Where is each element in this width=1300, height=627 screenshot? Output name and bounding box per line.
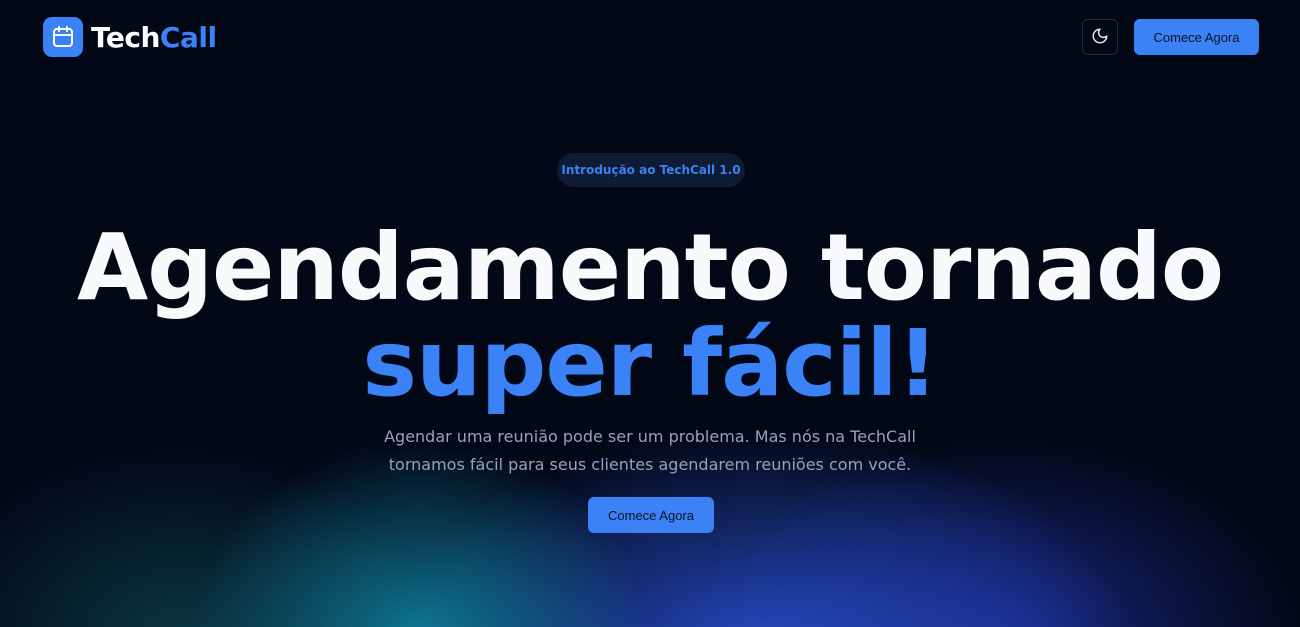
logo-text-accent: Call [159, 20, 217, 54]
hero-subtitle-line2: tornamos fácil para seus clientes agenda… [388, 455, 912, 474]
hero-title-line1: Agendamento tornado [76, 214, 1224, 321]
logo-text-main: Tech [91, 20, 160, 54]
logo-text: TechCall [91, 21, 217, 54]
version-badge: Introdução ao TechCall 1.0 [557, 153, 745, 187]
moon-icon [1091, 27, 1109, 48]
header-cta-button[interactable]: Comece Agora [1134, 19, 1259, 55]
hero-cta-button[interactable]: Comece Agora [588, 497, 714, 533]
hero-title-line2: super fácil! [362, 310, 939, 417]
hero-subtitle-line1: Agendar uma reunião pode ser um problema… [384, 427, 916, 446]
landing-page: TechCall Comece Agora Introdução ao Tech… [0, 0, 1300, 627]
calendar-icon [43, 17, 83, 57]
logo-link[interactable]: TechCall [43, 17, 217, 57]
theme-toggle-button[interactable] [1082, 19, 1118, 55]
